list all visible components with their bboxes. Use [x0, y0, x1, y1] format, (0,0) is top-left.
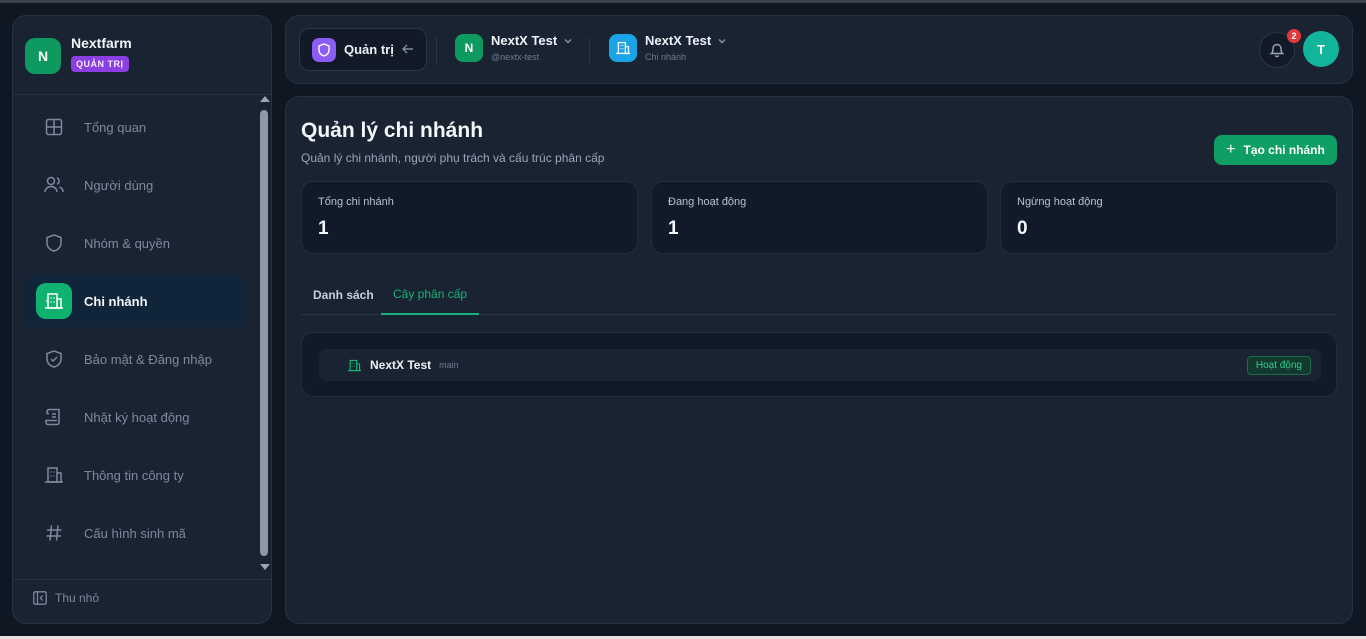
tab-hierarchy[interactable]: Cây phân cấp — [381, 275, 480, 315]
sidebar: N Nextfarm QUẢN TRỊ Tổng quan Người dùng… — [12, 15, 272, 624]
page-title: Quản lý chi nhánh — [301, 119, 484, 142]
stat-card-inactive: Ngừng hoạt động 0 — [1000, 181, 1337, 254]
sidebar-item-groups[interactable]: Nhóm & quyền — [24, 217, 246, 269]
stat-value: 1 — [668, 218, 679, 239]
sidebar-item-label: Nhật ký hoạt động — [84, 409, 190, 425]
stat-card-active: Đang hoạt động 1 — [651, 181, 988, 254]
branch-switcher[interactable]: NextX Test Chi nhánh — [609, 34, 727, 62]
collapse-label: Thu nhỏ — [55, 591, 100, 605]
branch-type-label: Chi nhánh — [645, 52, 687, 62]
sidebar-item-label: Tổng quan — [84, 119, 147, 135]
tree-node[interactable]: NextX Test main Hoạt động — [319, 349, 1321, 381]
branch-tree: NextX Test main Hoạt động — [301, 332, 1337, 397]
top-header: Quản trị N NextX Test @nextx-test NextX … — [285, 15, 1353, 84]
users-icon — [44, 175, 64, 195]
sidebar-item-code-config[interactable]: Cấu hình sinh mã — [24, 507, 246, 559]
main-panel: Quản lý chi nhánh Quản lý chi nhánh, ngư… — [285, 96, 1353, 624]
org-handle: @nextx-test — [491, 52, 540, 62]
stat-label: Ngừng hoạt động — [1017, 196, 1103, 208]
building-icon — [348, 359, 361, 371]
sidebar-item-label: Người dùng — [84, 177, 154, 193]
office-icon — [44, 465, 64, 485]
stat-label: Đang hoạt động — [668, 196, 747, 208]
scroll-icon — [44, 407, 64, 427]
brand: N Nextfarm QUẢN TRỊ — [25, 36, 132, 74]
tab-list[interactable]: Danh sách — [301, 275, 386, 315]
user-avatar[interactable]: T — [1303, 31, 1339, 67]
stat-value: 1 — [318, 218, 329, 239]
sidebar-item-activity-log[interactable]: Nhật ký hoạt động — [24, 391, 246, 443]
scroll-down-arrow-icon[interactable] — [260, 564, 270, 570]
sidebar-item-users[interactable]: Người dùng — [24, 159, 246, 211]
shield-icon — [44, 233, 64, 253]
status-badge: Hoạt động — [1246, 356, 1311, 375]
tree-node-name: NextX Test — [370, 358, 432, 372]
org-name: NextX Test — [491, 33, 558, 48]
sidebar-item-label: Chi nhánh — [84, 293, 148, 309]
sidebar-item-label: Cấu hình sinh mã — [84, 525, 186, 541]
sidebar-scrollbar[interactable] — [258, 94, 270, 572]
grid-icon — [44, 117, 64, 137]
create-branch-button[interactable]: + Tạo chi nhánh — [1214, 135, 1337, 165]
scroll-up-arrow-icon[interactable] — [260, 96, 270, 102]
role-badge: QUẢN TRỊ — [71, 56, 129, 72]
window-top-border — [0, 0, 1366, 3]
arrow-left-icon[interactable] — [401, 42, 414, 57]
sidebar-item-security[interactable]: Bảo mật & Đăng nhập — [24, 333, 246, 385]
branch-name: NextX Test — [645, 33, 712, 48]
shield-check-icon — [44, 349, 64, 369]
notification-count-badge: 2 — [1287, 29, 1301, 43]
brand-name: Nextfarm — [71, 35, 132, 51]
view-tabs: Danh sách Cây phân cấp — [301, 275, 1337, 315]
tree-node-code: main — [439, 360, 459, 370]
hash-icon — [44, 523, 64, 543]
chevron-down-icon — [718, 39, 726, 44]
plus-icon: + — [1226, 141, 1236, 158]
collapse-panel-icon — [33, 591, 47, 605]
bell-icon — [1269, 43, 1285, 58]
sidebar-item-branches[interactable]: Chi nhánh — [24, 275, 246, 327]
sidebar-item-label: Nhóm & quyền — [84, 235, 170, 251]
organization-switcher[interactable]: N NextX Test @nextx-test — [455, 34, 573, 62]
divider — [436, 38, 437, 64]
role-label: Quản trị — [344, 42, 394, 57]
brand-logo: N — [25, 38, 61, 74]
collapse-sidebar-button[interactable]: Thu nhỏ — [33, 591, 99, 605]
sidebar-item-label: Thông tin công ty — [84, 467, 184, 483]
stat-value: 0 — [1017, 218, 1028, 239]
stat-card-total: Tổng chi nhánh 1 — [301, 181, 638, 254]
create-branch-label: Tạo chi nhánh — [1243, 143, 1325, 157]
divider — [13, 579, 271, 580]
divider — [13, 94, 271, 95]
sidebar-item-overview[interactable]: Tổng quan — [24, 101, 246, 153]
sidebar-item-label: Bảo mật & Đăng nhập — [84, 351, 212, 367]
stat-label: Tổng chi nhánh — [318, 196, 394, 208]
shield-icon — [312, 37, 336, 62]
chevron-down-icon — [564, 39, 572, 44]
divider — [589, 38, 590, 64]
sidebar-item-company-info[interactable]: Thông tin công ty — [24, 449, 246, 501]
sidebar-nav: Tổng quan Người dùng Nhóm & quyền Chi nh… — [24, 101, 246, 565]
scroll-thumb[interactable] — [260, 110, 268, 556]
org-avatar: N — [455, 34, 483, 62]
role-switcher[interactable]: Quản trị — [299, 28, 427, 71]
page-subtitle: Quản lý chi nhánh, người phụ trách và cấ… — [301, 151, 605, 165]
building-icon — [609, 34, 637, 62]
building-icon — [36, 283, 72, 319]
